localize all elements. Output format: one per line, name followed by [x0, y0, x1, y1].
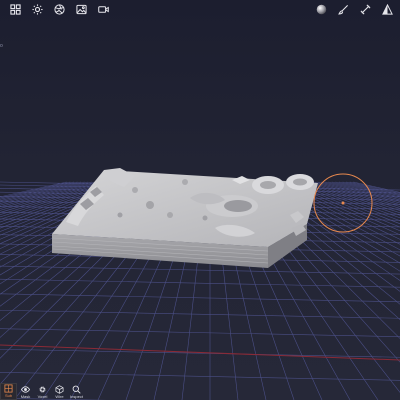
mode-tab-sub[interactable]: Sub	[0, 383, 17, 400]
mode-tab-label: Voxel	[37, 394, 48, 399]
lighting-button[interactable]	[28, 0, 46, 18]
eye-icon	[21, 386, 30, 393]
grid-button[interactable]	[6, 0, 24, 18]
mode-tab-label: Wire	[55, 394, 64, 399]
mode-tab-label: Mask	[20, 394, 31, 399]
bottom-mode-toolbar: Sub Mask Voxel Wire Inspect	[0, 383, 85, 400]
mode-tab-inspect[interactable]: Inspect	[68, 383, 85, 400]
mode-tab-mask[interactable]: Mask	[17, 383, 34, 400]
subdivide-icon	[4, 384, 13, 393]
top-left-toolbar	[6, 0, 112, 18]
side-label: ο	[0, 43, 3, 49]
mode-tab-label: Sub	[4, 393, 13, 398]
mode-tab-wire[interactable]: Wire	[51, 383, 68, 400]
cube-wire-icon	[55, 385, 64, 394]
material-ball-icon	[316, 4, 326, 14]
brush-icon	[337, 4, 348, 14]
record-video-button[interactable]	[94, 0, 112, 18]
screenshot-button[interactable]	[72, 0, 90, 18]
gear-icon	[39, 386, 46, 393]
edit-tool-icon	[360, 4, 370, 14]
top-right-toolbar	[312, 0, 396, 18]
mode-tab-voxel[interactable]: Voxel	[34, 383, 51, 400]
sun-icon	[31, 3, 43, 15]
magnifier-icon	[72, 385, 81, 394]
brush-tool-button[interactable]	[334, 0, 352, 18]
material-button[interactable]	[312, 0, 330, 18]
perspective-button[interactable]	[378, 0, 396, 18]
image-icon	[75, 4, 87, 14]
edit-tool-button[interactable]	[356, 0, 374, 18]
grid-icon	[9, 3, 21, 15]
camera-settings-button[interactable]	[50, 0, 68, 18]
3d-viewport[interactable]	[0, 0, 400, 400]
aperture-icon	[53, 3, 65, 15]
mode-tab-label: Inspect	[70, 394, 83, 399]
video-icon	[97, 5, 109, 13]
perspective-icon	[381, 3, 393, 15]
